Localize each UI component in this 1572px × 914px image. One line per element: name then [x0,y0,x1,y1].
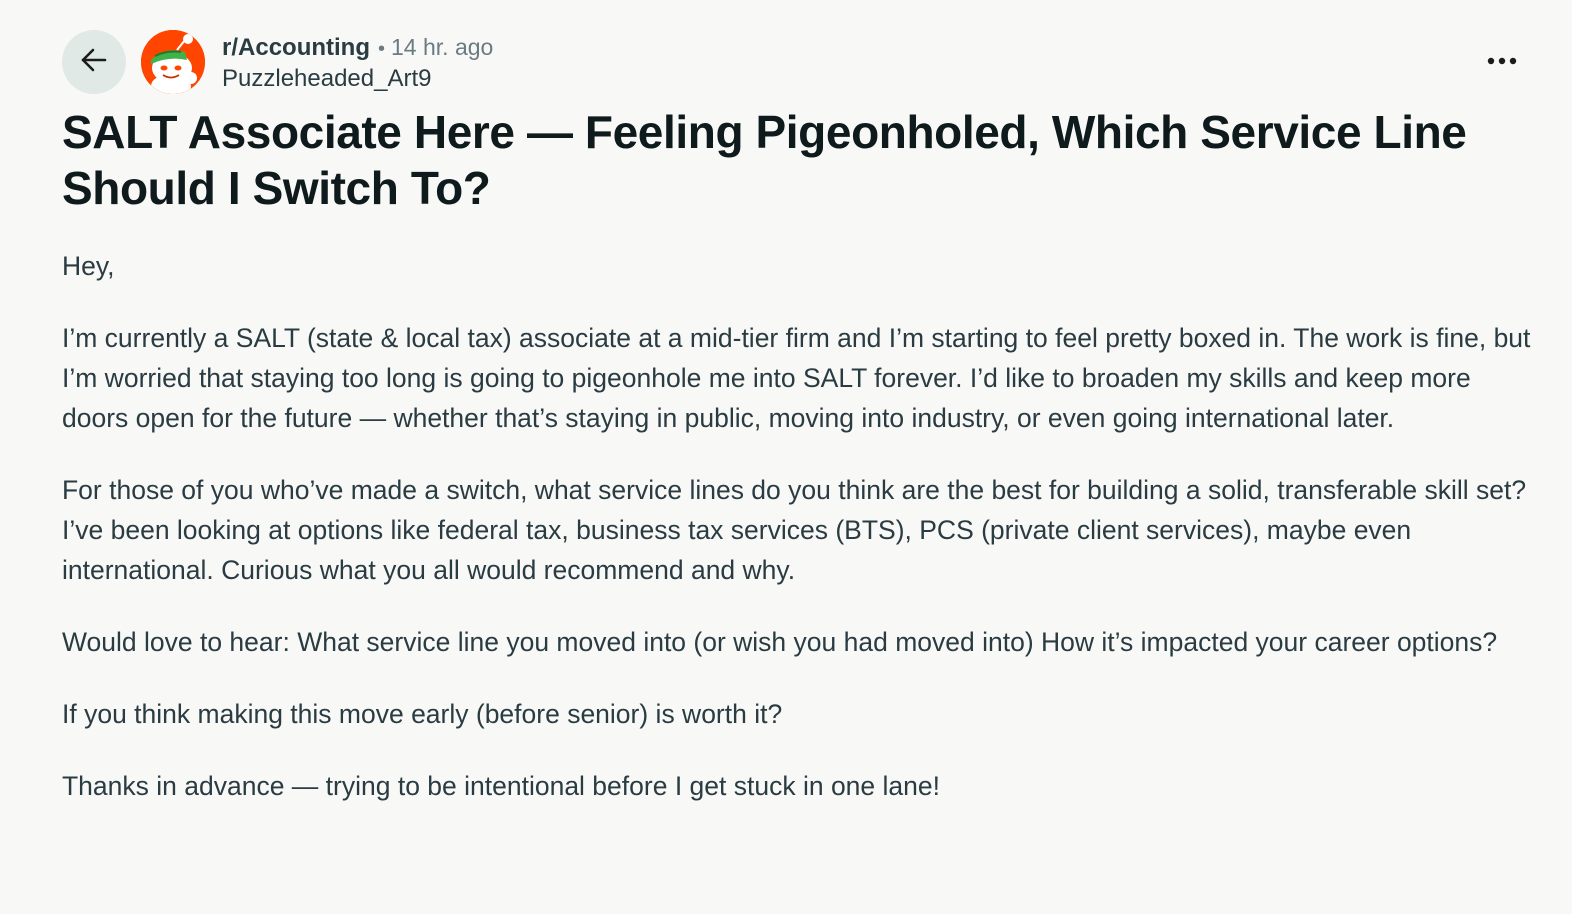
post-paragraph: For those of you who’ve made a switch, w… [62,475,1527,585]
post-meta: r/Accounting • 14 hr. ago Puzzleheaded_Art… [222,32,493,94]
subreddit-avatar-icon [141,30,205,94]
post-paragraph: Hey, [62,251,115,281]
back-button[interactable] [62,30,126,94]
more-horizontal-icon [1487,53,1517,71]
post-paragraph: Thanks in advance — trying to be intenti… [62,771,940,801]
post-paragraph: I’m currently a SALT (state & local tax)… [62,323,1531,433]
post-title: SALT Associate Here — Feeling Pigeonhole… [62,106,1467,214]
post-time: 14 hr. ago [391,34,494,60]
author-link[interactable]: Puzzleheaded_Art9 [222,64,493,94]
subreddit-avatar[interactable] [141,30,205,94]
subreddit-link[interactable]: r/Accounting [222,34,370,61]
post-body: Hey, I’m currently a SALT (state & local… [62,246,1532,838]
post-page: r/Accounting • 14 hr. ago Puzzleheaded_Art… [0,0,1572,914]
meta-row: r/Accounting • 14 hr. ago [222,32,493,64]
arrow-left-icon [78,44,110,81]
meta-separator: • [378,38,386,60]
post-paragraph: If you think making this move early (bef… [62,699,783,729]
more-options-button[interactable] [1484,44,1520,80]
post-paragraph: Would love to hear: What service line yo… [62,627,1498,657]
